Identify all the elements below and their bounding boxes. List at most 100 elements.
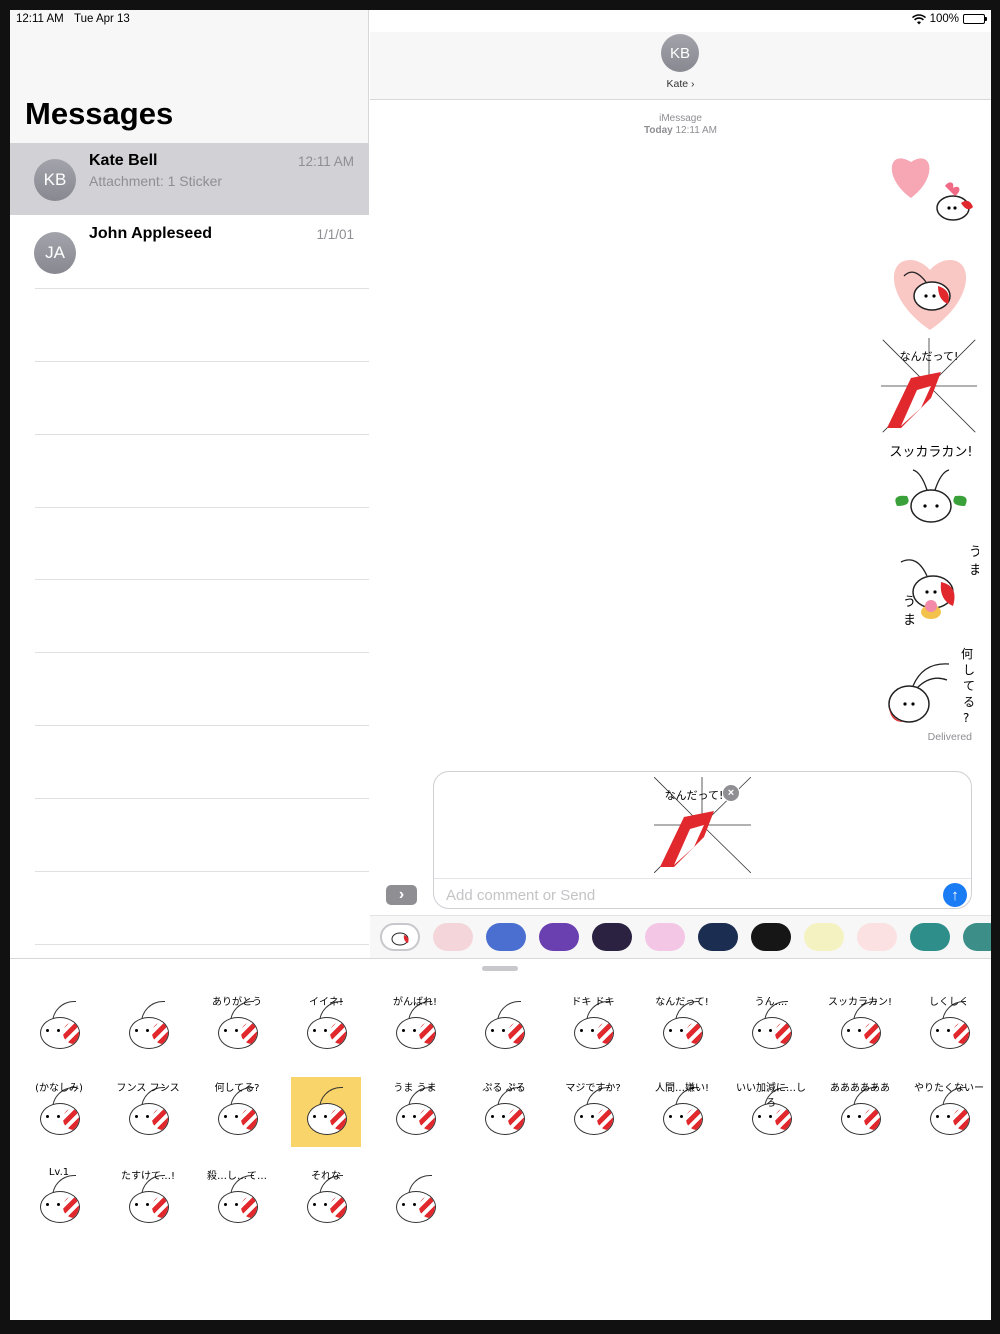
- arrow-up-icon: ↑: [951, 886, 959, 904]
- message-input[interactable]: [446, 884, 926, 906]
- blue-fish-app-icon[interactable]: [486, 923, 526, 951]
- love-shrimp-sticker[interactable]: [469, 991, 539, 1061]
- what-doing-shrimp-sticker[interactable]: 何してる?: [202, 1077, 272, 1147]
- yummy-shrimp-sticker[interactable]: う ま う ま: [883, 538, 979, 630]
- heart-shrimp-sticker[interactable]: [24, 991, 94, 1061]
- shiver-shrimp-sticker[interactable]: ぷる ぷる: [469, 1077, 539, 1147]
- hate-humans-shrimp-sticker[interactable]: 人間…嫌い!: [647, 1077, 717, 1147]
- crab-orange-app-icon[interactable]: [963, 923, 991, 951]
- really-shrimp-sticker[interactable]: マジですか?: [558, 1077, 628, 1147]
- shrimp-in-heart-sticker[interactable]: [113, 991, 183, 1061]
- shrimp-red-app-icon[interactable]: [857, 923, 897, 951]
- conversation-time: 12:11 AM: [297, 154, 354, 169]
- avatar: JA: [34, 232, 76, 274]
- sticker-label: うん....: [754, 997, 788, 1008]
- help-shrimp-sticker[interactable]: たすけて…!: [113, 1165, 183, 1235]
- broke-shrimp-sticker[interactable]: スッカラカン!: [883, 440, 979, 530]
- what-doing-shrimp-sticker[interactable]: 何してる?: [883, 644, 979, 726]
- divider: [35, 798, 369, 799]
- divider: [35, 288, 369, 289]
- expand-apps-button[interactable]: ›: [386, 885, 417, 905]
- compose-box[interactable]: なんだって! × ↑: [433, 771, 972, 909]
- drawer-grabber[interactable]: [482, 966, 518, 971]
- lazy-shrimp-sticker[interactable]: やりたくないー: [914, 1077, 984, 1147]
- svg-text:スッカラカン!: スッカラカン!: [889, 445, 972, 460]
- yummy-shrimp-sticker[interactable]: うま うま: [380, 1077, 450, 1147]
- divider: [35, 652, 369, 653]
- sticker-label: (かなしみ): [35, 1083, 83, 1094]
- conversation-item-kate-bell[interactable]: KB Kate Bell Attachment: 1 Sticker 12:11…: [10, 143, 369, 215]
- cheer-shrimp-sticker[interactable]: がんばれ!: [380, 991, 450, 1061]
- sticker-label: それな: [311, 1171, 341, 1182]
- send-button[interactable]: ↑: [943, 883, 967, 907]
- svg-text:?: ?: [963, 711, 969, 725]
- like-shrimp-sticker[interactable]: イイネ!: [291, 991, 361, 1061]
- svg-text:ま: ま: [903, 613, 916, 628]
- svg-text:う: う: [969, 545, 979, 560]
- sticker-label: スッカラカン!: [827, 997, 892, 1008]
- dying-shrimp-sticker[interactable]: 殺…し…て…: [202, 1165, 272, 1235]
- shrimp-in-heart-sticker[interactable]: [886, 250, 974, 334]
- crying-shrimp-sticker[interactable]: しくしく: [914, 991, 984, 1061]
- scream-shrimp-sticker[interactable]: ああああああ: [825, 1077, 895, 1147]
- contact-name[interactable]: Kate ›: [370, 78, 991, 90]
- sticker-label: 殺…し…て…: [207, 1171, 267, 1182]
- purple-fish-app-icon[interactable]: [539, 923, 579, 951]
- divider: [35, 725, 369, 726]
- sticker-label: やりたくないー: [914, 1083, 984, 1094]
- conversation-time: 1/1/01: [316, 227, 354, 242]
- shocked-shrimp-sticker[interactable]: なんだって!: [881, 338, 977, 434]
- divider: [35, 944, 369, 945]
- message-timestamp: Today 12:11 AM: [643, 125, 717, 136]
- crab-app-icon[interactable]: [433, 923, 473, 951]
- contact-avatar[interactable]: KB: [661, 34, 699, 72]
- lowhp-shrimp-sticker[interactable]: Lv.1: [24, 1165, 94, 1235]
- divider: [35, 507, 369, 508]
- pufferfish-app-icon[interactable]: [910, 923, 950, 951]
- sticker-label: ああああああ: [830, 1083, 890, 1094]
- orange-fish-app-icon[interactable]: [751, 923, 791, 951]
- conversation-list-pane: Messages KB Kate Bell Attachment: 1 Stic…: [10, 10, 369, 958]
- enough-shrimp-sticker[interactable]: いい加減に…しろ: [736, 1077, 806, 1147]
- shrimp-stickers-app-icon[interactable]: [380, 923, 420, 951]
- walking-shrimp-sticker[interactable]: [380, 1165, 450, 1235]
- svg-text:何: 何: [961, 647, 973, 661]
- frog-app-icon[interactable]: [804, 923, 844, 951]
- jellyfish-app-icon[interactable]: [698, 923, 738, 951]
- status-time: 12:11 AM: [16, 13, 64, 25]
- svg-text:う: う: [903, 595, 916, 610]
- compose-divider: [434, 878, 971, 879]
- sad-shrimp-sticker[interactable]: (かなしみ): [24, 1077, 94, 1147]
- heart-shrimp-sticker[interactable]: [883, 148, 979, 238]
- pink-octopus-app-icon[interactable]: [645, 923, 685, 951]
- conversation-item-john-appleseed[interactable]: JA John Appleseed 1/1/01: [10, 216, 369, 288]
- sticker-label: いい加減に…しろ: [736, 1083, 806, 1109]
- delivered-status: Delivered: [927, 731, 972, 743]
- yellow-shrimp-sticker[interactable]: [291, 1077, 361, 1147]
- svg-text:る: る: [963, 695, 975, 709]
- svg-text:なんだって!: なんだって!: [900, 350, 959, 363]
- sticker-label: イイネ!: [308, 997, 343, 1008]
- broke-shrimp-sticker[interactable]: スッカラカン!: [825, 991, 895, 1061]
- service-name: iMessage: [659, 113, 702, 124]
- battery-percent: 100%: [929, 13, 959, 25]
- exactly-shrimp-sticker[interactable]: それな: [291, 1165, 361, 1235]
- svg-text:なんだって!: なんだって!: [665, 789, 724, 802]
- svg-text:し: し: [963, 663, 975, 677]
- shocked-shrimp-sticker[interactable]: なんだって!: [647, 991, 717, 1061]
- sticker-label: 何してる?: [214, 1083, 260, 1094]
- dark-fish-app-icon[interactable]: [592, 923, 632, 951]
- service-label: iMessage Today 12:11 AM: [370, 113, 991, 137]
- remove-attachment-icon[interactable]: ×: [722, 784, 740, 802]
- sticker-label: フンス フンス: [116, 1083, 180, 1094]
- avatar: KB: [34, 159, 76, 201]
- sticker-label: マジですか?: [565, 1083, 621, 1094]
- chevron-right-icon: ›: [398, 886, 405, 903]
- thanks-shrimp-sticker[interactable]: ありがとう: [202, 991, 272, 1061]
- huff-shrimp-sticker[interactable]: フンス フンス: [113, 1077, 183, 1147]
- status-right: 100%: [911, 13, 987, 25]
- sticker-label: たすけて…!: [120, 1171, 175, 1182]
- nod-shrimp-sticker[interactable]: うん....: [736, 991, 806, 1061]
- sticker-label: なんだって!: [655, 997, 709, 1008]
- nervous-shrimp-sticker[interactable]: ドキ ドキ: [558, 991, 628, 1061]
